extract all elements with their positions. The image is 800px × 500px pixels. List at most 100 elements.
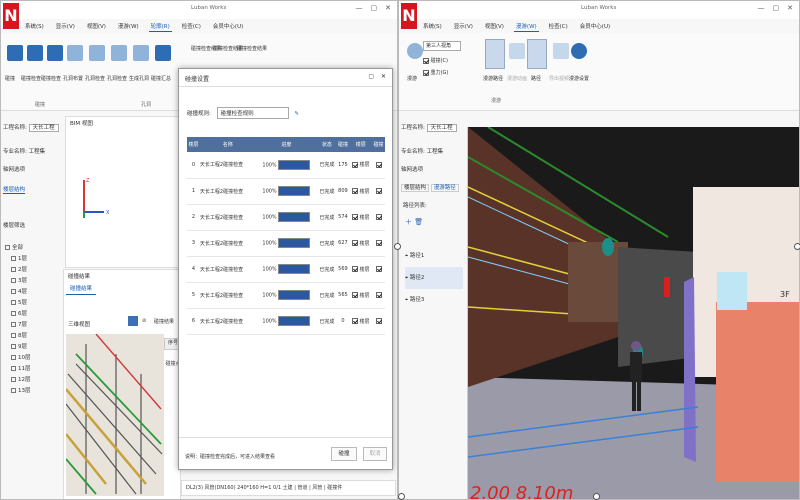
tree-item[interactable]: 5层 [5,298,31,309]
menu-item[interactable]: 显示(V) [452,21,475,32]
tree-checkbox[interactable] [11,366,16,371]
row-checkbox[interactable] [375,213,382,220]
tab-collision-result[interactable]: 碰撞结果 [66,282,97,295]
ribbon-label[interactable]: 导出视频 [549,75,569,82]
delete-icon[interactable]: 🗑 [414,218,423,226]
resize-handle[interactable] [794,243,800,250]
tree-checkbox[interactable] [11,300,16,305]
mode-checkbox[interactable] [351,161,358,168]
tree-item[interactable]: 全部 [5,243,31,254]
tree-checkbox[interactable] [11,256,16,261]
menu-item[interactable]: 视图(V) [85,21,108,32]
mode-checkbox[interactable] [351,292,358,298]
export-video-icon[interactable] [553,43,569,59]
roam-3d-viewport[interactable]: 3F 2.00 8.10m [467,127,799,499]
tree-item[interactable]: 9层 [5,342,31,353]
roam-path-button[interactable] [485,39,505,69]
row-checkbox[interactable] [375,317,382,324]
tree-item[interactable]: 10层 [5,353,31,364]
ribbon-label[interactable]: 漫游设置 [569,75,589,82]
cancel-button[interactable]: 取消 [363,447,387,461]
minimize-icon[interactable]: — [758,4,765,12]
row-select[interactable] [372,256,385,283]
collision-check-button-icon[interactable] [27,45,43,61]
tree-checkbox[interactable] [11,388,16,393]
tree-checkbox[interactable] [11,267,16,272]
maximize-icon[interactable]: ▢ [773,4,780,12]
roam-button-icon[interactable] [407,43,423,59]
edit-icon[interactable]: ✎ [294,111,299,117]
maximize-icon[interactable]: ▢ [368,73,374,80]
row-checkbox[interactable] [375,161,382,168]
row-select[interactable] [372,178,385,205]
table-row[interactable]: 2 天长工程2碰撞检查 100% 已完成 574 楼层 [187,204,385,231]
ribbon-label[interactable]: 碰撞检查 [41,75,61,82]
minimize-icon[interactable]: — [356,4,363,12]
tree-item[interactable]: 11层 [5,364,31,375]
row-checkbox[interactable] [375,187,382,194]
ribbon-label[interactable]: 孔洞检查 [85,75,105,82]
ribbon-label[interactable]: 漫游路径 [483,75,503,82]
generate-hole-icon[interactable] [133,45,149,61]
row-select[interactable] [372,230,385,257]
row-checkbox[interactable] [375,291,382,298]
tree-item[interactable]: 1层 [5,254,31,265]
tree-checkbox[interactable] [11,278,16,283]
row-checkbox[interactable] [375,265,382,272]
mode-checkbox[interactable] [351,214,358,220]
menu-item[interactable]: 系统(S) [421,21,444,32]
mode-checkbox[interactable] [351,188,358,194]
resize-handle[interactable] [394,243,401,250]
tree-item[interactable]: 6层 [5,309,31,320]
tree-item[interactable]: 4层 [5,287,31,298]
menu-item[interactable]: 轮廓(R) [148,21,172,32]
hole-check-icon[interactable] [89,45,105,61]
close-icon[interactable]: ✕ [381,73,386,80]
tree-checkbox[interactable] [5,245,10,250]
menu-item[interactable]: 漫游(W) [116,21,141,32]
table-row[interactable]: 5 天长工程2碰撞检查 100% 已完成 565 楼层 [187,282,385,309]
close-icon[interactable]: ✕ [385,4,391,12]
row-select[interactable] [372,152,385,179]
path-list-item[interactable]: ⌖ 路径1 [405,245,463,267]
view-tool-icon[interactable]: ⊘ [142,318,146,324]
table-row[interactable]: 6 天长工程2碰撞检查 100% 已完成 0 楼层 [187,308,385,335]
tree-checkbox[interactable] [11,289,16,294]
hole-check-icon[interactable] [111,45,127,61]
tree-checkbox[interactable] [11,322,16,327]
menu-item[interactable]: 视图(V) [483,21,506,32]
ribbon-label[interactable]: 碰撞 [5,75,15,82]
gravity-checkbox[interactable] [423,69,429,76]
resize-handle[interactable] [593,493,600,500]
tab-floor-structure[interactable]: 楼层结构 [401,184,430,192]
mode-checkbox[interactable] [351,240,358,246]
row-checkbox[interactable] [375,239,382,246]
tab-floor-structure[interactable]: 楼层结构 [3,185,26,194]
tree-checkbox[interactable] [11,377,16,382]
path-button[interactable] [527,39,547,69]
ribbon-small-label[interactable]: 碰撞检查结果 [237,45,267,52]
menu-item[interactable]: 漫游(W) [513,21,539,32]
ribbon-label[interactable]: 碰撞检查 [21,75,41,82]
collision-summary-icon[interactable] [155,45,171,61]
path-list-item[interactable]: ⌖ 路径2 [405,267,463,289]
tree-item[interactable]: 12层 [5,375,31,386]
tree-item[interactable]: 13层 [5,386,31,397]
tree-item[interactable]: 2层 [5,265,31,276]
view-tool-icon[interactable] [128,316,138,326]
ribbon-label[interactable]: 孔洞检查 [107,75,127,82]
mode-checkbox[interactable] [351,318,358,324]
table-row[interactable]: 1 天长工程2碰撞检查 100% 已完成 809 楼层 [187,178,385,205]
collision-checkbox[interactable] [423,57,429,64]
path-list-item[interactable]: ⌖ 路径3 [405,289,463,311]
add-icon[interactable]: ＋ [405,218,412,226]
table-row[interactable]: 4 天长工程2碰撞检查 100% 已完成 569 楼层 [187,256,385,283]
project-select[interactable]: 天长工程 [426,124,457,132]
tree-checkbox[interactable] [11,333,16,338]
menu-item[interactable]: 系统(S) [23,21,46,32]
tree-checkbox[interactable] [11,344,16,349]
tree-checkbox[interactable] [11,311,16,316]
project-select[interactable]: 天长工程 [28,124,59,132]
tree-checkbox[interactable] [11,355,16,360]
collision-button-icon[interactable] [7,45,23,61]
